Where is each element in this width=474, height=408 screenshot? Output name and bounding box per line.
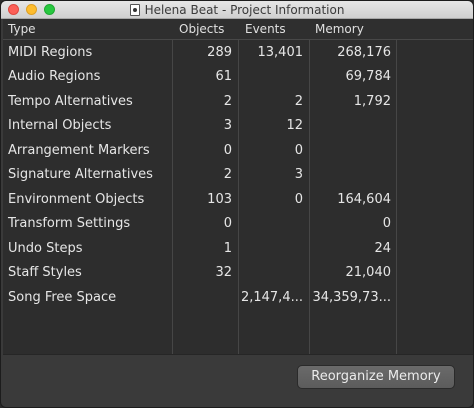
cell-type: Environment Objects [8, 192, 145, 207]
cell-objects: 61 [215, 69, 232, 84]
cell-events: 0 [294, 143, 303, 158]
cell-objects: 32 [215, 265, 232, 280]
cell-objects: 0 [223, 216, 232, 231]
cell-memory: 0 [382, 216, 391, 231]
title-bar: Helena Beat - Project Information [1, 1, 473, 19]
cell-events: 2 [294, 94, 303, 109]
cell-objects: 1 [223, 241, 232, 256]
cell-events: 0 [294, 192, 303, 207]
table-row[interactable]: Staff Styles 32 21,040 [3, 261, 473, 285]
cell-type: Audio Regions [8, 69, 101, 84]
cell-type: Song Free Space [8, 290, 117, 305]
cell-events [239, 65, 303, 89]
cell-memory: 24 [374, 241, 391, 256]
table-row[interactable]: MIDI Regions 289 13,401 268,176 [3, 41, 473, 65]
table-row[interactable]: Environment Objects 103 0 164,604 [3, 188, 473, 212]
cell-events: 12 [286, 118, 303, 133]
window-title-group: Helena Beat - Project Information [1, 1, 473, 18]
table-row[interactable]: Transform Settings 0 0 [3, 212, 473, 236]
cell-events [239, 237, 303, 261]
cell-type: Staff Styles [8, 265, 82, 280]
cell-memory [310, 139, 391, 163]
column-header-memory[interactable]: Memory [315, 19, 364, 39]
footer-bar: Reorganize Memory [3, 354, 473, 407]
window-title: Helena Beat - Project Information [144, 2, 345, 17]
cell-events: 3 [294, 167, 303, 182]
table-row[interactable]: Tempo Alternatives 2 2 1,792 [3, 90, 473, 114]
cell-memory [310, 114, 391, 138]
table-row[interactable]: Internal Objects 3 12 [3, 114, 473, 138]
cell-memory: 34,359,73... [312, 290, 391, 305]
cell-events: 13,401 [257, 45, 304, 60]
cell-objects: 0 [223, 143, 232, 158]
column-header-type[interactable]: Type [8, 19, 168, 39]
project-information-window: Helena Beat - Project Information Type O… [0, 0, 474, 408]
cell-events [239, 212, 303, 236]
cell-memory: 69,784 [345, 69, 392, 84]
project-info-table: Type Objects Events Memory MIDI Regions … [3, 19, 473, 354]
cell-type: MIDI Regions [8, 45, 93, 60]
cell-type: Tempo Alternatives [8, 94, 133, 109]
cell-memory: 268,176 [337, 45, 391, 60]
table-row[interactable]: Audio Regions 61 69,784 [3, 65, 473, 89]
cell-type: Undo Steps [8, 241, 83, 256]
cell-type: Arrangement Markers [8, 143, 150, 158]
cell-objects: 2 [223, 167, 232, 182]
cell-memory: 1,792 [353, 94, 391, 109]
cell-events [239, 261, 303, 285]
cell-objects: 2 [223, 94, 232, 109]
cell-objects: 103 [207, 192, 232, 207]
cell-memory: 21,040 [345, 265, 392, 280]
table-row[interactable]: Signature Alternatives 2 3 [3, 163, 473, 187]
cell-memory: 164,604 [337, 192, 391, 207]
cell-memory [310, 163, 391, 187]
cell-objects: 289 [207, 45, 232, 60]
document-icon [129, 3, 140, 16]
table-header: Type Objects Events Memory [3, 19, 473, 40]
cell-events: 2,147,4... [240, 290, 303, 305]
column-header-events[interactable]: Events [245, 19, 286, 39]
table-row[interactable]: Song Free Space 2,147,4... 34,359,73... [3, 286, 473, 310]
column-header-objects[interactable]: Objects [179, 19, 224, 39]
cell-type: Transform Settings [8, 216, 131, 231]
table-row[interactable]: Arrangement Markers 0 0 [3, 139, 473, 163]
cell-type: Signature Alternatives [8, 167, 153, 182]
table-row[interactable]: Undo Steps 1 24 [3, 237, 473, 261]
cell-type: Internal Objects [8, 118, 112, 133]
cell-objects [173, 286, 232, 310]
reorganize-memory-button[interactable]: Reorganize Memory [297, 365, 455, 389]
cell-objects: 3 [223, 118, 232, 133]
